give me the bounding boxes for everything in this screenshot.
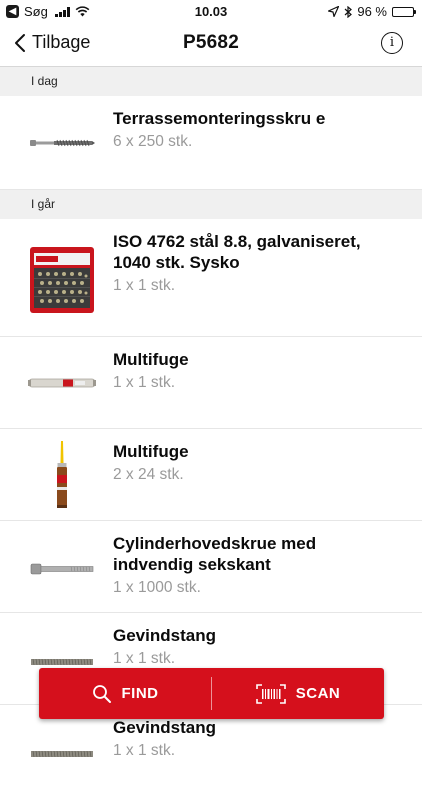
- battery-icon: [392, 6, 416, 17]
- page-title: P5682: [183, 32, 239, 53]
- item-title: ISO 4762 stål 8.8, galvaniseret, 1040 st…: [113, 232, 361, 272]
- list-item[interactable]: Terrassemonteringsskru e 6 x 250 stk.: [0, 96, 422, 190]
- item-text: Gevindstang 1 x 1 stk.: [113, 717, 392, 760]
- search-icon: [92, 684, 111, 703]
- list-item[interactable]: ISO 4762 stål 8.8, galvaniseret, 1040 st…: [0, 219, 422, 337]
- item-quantity: 1 x 1 stk.: [113, 374, 176, 391]
- barcode-scan-icon: [255, 683, 286, 704]
- sealant-cartridge-image: [26, 437, 98, 513]
- screw-image: [26, 126, 98, 160]
- item-text: Cylinderhovedskrue med indvendig sekskan…: [113, 533, 392, 597]
- item-title: Cylinderhovedskrue med indvendig sekskan…: [113, 534, 317, 574]
- navigation-bar: Tilbage P5682 i: [0, 24, 422, 67]
- find-button[interactable]: FIND: [39, 668, 211, 719]
- battery-percentage: 96 %: [357, 4, 387, 19]
- assortment-box-image: [26, 241, 98, 317]
- location-arrow-icon: [328, 6, 340, 17]
- scan-button-label: SCAN: [295, 685, 341, 702]
- item-title: Terrassemonteringsskru e: [113, 109, 326, 128]
- item-title: Multifuge: [113, 350, 189, 369]
- item-quantity: 2 x 24 stk.: [113, 466, 184, 483]
- item-title: Gevindstang: [113, 718, 216, 737]
- item-text: Gevindstang 1 x 1 stk.: [113, 625, 392, 668]
- item-quantity: 1 x 1 stk.: [113, 742, 176, 759]
- item-text: Terrassemonteringsskru e 6 x 250 stk.: [113, 108, 392, 151]
- list-item[interactable]: Multifuge 1 x 1 stk.: [0, 337, 422, 429]
- section-header-yesterday: I går: [0, 190, 422, 219]
- section-header-today: I dag: [0, 67, 422, 96]
- item-text: Multifuge 2 x 24 stk.: [113, 441, 392, 484]
- item-quantity: 1 x 1000 stk.: [113, 579, 201, 596]
- sealant-foil-image: [26, 369, 98, 397]
- list-item[interactable]: Cylinderhovedskrue med indvendig sekskan…: [0, 521, 422, 613]
- item-quantity: 6 x 250 stk.: [113, 133, 193, 150]
- bolt-image: [26, 557, 98, 581]
- item-title: Multifuge: [113, 442, 189, 461]
- item-quantity: 1 x 1 stk.: [113, 650, 176, 667]
- status-bar: ◀ Søg 10.03 96 %: [0, 0, 422, 24]
- threaded-rod-image: [26, 743, 98, 765]
- list-item[interactable]: Multifuge 2 x 24 stk.: [0, 429, 422, 521]
- info-icon[interactable]: i: [381, 32, 403, 54]
- find-button-label: FIND: [121, 685, 159, 702]
- bluetooth-icon: [344, 5, 353, 18]
- scan-button[interactable]: SCAN: [212, 668, 384, 719]
- item-title: Gevindstang: [113, 626, 216, 645]
- item-text: Multifuge 1 x 1 stk.: [113, 349, 392, 392]
- item-quantity: 1 x 1 stk.: [113, 277, 176, 294]
- status-right: 96 %: [328, 4, 416, 19]
- action-bar: FIND SCAN: [39, 668, 384, 719]
- item-text: ISO 4762 stål 8.8, galvaniseret, 1040 st…: [113, 231, 392, 295]
